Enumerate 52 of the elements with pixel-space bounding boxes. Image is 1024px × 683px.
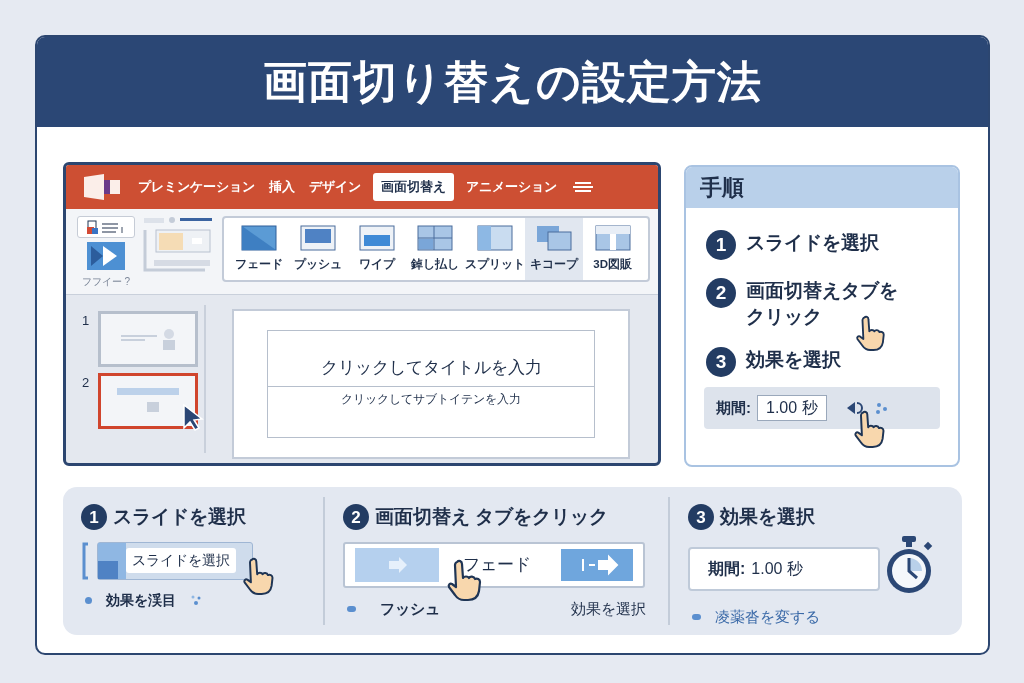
step-heading: 効果を選択 xyxy=(720,505,815,529)
step-note: 凌薬沓を変する xyxy=(715,606,820,627)
transition-thumbnail-icon xyxy=(594,224,631,251)
duration-label: 期間: xyxy=(716,398,751,419)
bracket-icon xyxy=(81,541,89,580)
page-title: 画面切り替えの設定方法 xyxy=(262,56,763,108)
step-number: 1 xyxy=(81,504,107,531)
cursor-arrow-icon xyxy=(182,403,206,431)
step-text: スライドを選択 xyxy=(746,231,880,255)
ribbon-tab[interactable]: デザイン xyxy=(307,177,363,197)
transition-effect[interactable]: キコープ xyxy=(524,218,584,280)
transition-thumbnail-icon xyxy=(536,224,572,251)
slide-select-button[interactable]: スライドを選択 xyxy=(97,541,253,580)
step-text: 画面切替えタブをクリック xyxy=(746,279,899,329)
step-text: 効果を選択 xyxy=(746,348,842,373)
panel-heading: 手順 xyxy=(700,174,744,202)
ribbon-tab[interactable]: 挿入 xyxy=(267,177,297,197)
loading-dots-icon xyxy=(190,594,202,606)
title-placeholder[interactable]: クリックしてタイトルを入力 xyxy=(268,331,594,387)
effect-option[interactable]: フェード xyxy=(463,551,531,578)
transition-thumbnail-icon xyxy=(417,224,454,251)
ribbon-label: フフイー ? xyxy=(81,275,131,289)
slide-thumbnail-icon xyxy=(98,542,126,579)
step-number: 2 xyxy=(706,278,736,308)
step-heading: スライドを選択 xyxy=(113,505,246,529)
duration-field[interactable]: 1.00 秒 xyxy=(757,395,827,422)
step-note: 効果を選択 xyxy=(571,598,646,619)
hand-pointer-icon xyxy=(854,314,888,352)
transition-thumbnail-icon xyxy=(241,224,278,251)
duration-field[interactable]: 期間: 1.00 秒 xyxy=(688,546,880,591)
play-slide-icon[interactable] xyxy=(87,242,125,270)
subtitle-placeholder[interactable]: クリックしてサブトイテンを入力 xyxy=(268,387,594,437)
step-note: フッシュ xyxy=(380,598,440,619)
slide-thumbnail[interactable] xyxy=(98,311,198,367)
slide-number: 1 xyxy=(82,312,91,330)
transition-thumbnail-icon xyxy=(358,224,395,251)
step-number: 3 xyxy=(706,347,736,378)
ribbon-tab[interactable]: プレミンケーション xyxy=(136,177,257,197)
slide-number: 2 xyxy=(82,374,91,392)
step-heading: 画面切替え タブをクリック xyxy=(375,505,609,529)
step-note: 効果を渓目 xyxy=(106,590,176,610)
transition-thumbnail-icon xyxy=(476,224,513,251)
ribbon-tab[interactable]: 画面切替え xyxy=(373,173,454,201)
slide-thumbnail[interactable] xyxy=(98,373,198,429)
app-logo-icon xyxy=(82,174,122,200)
ribbon-tab[interactable]: アニメーション xyxy=(464,177,559,197)
step-number: 2 xyxy=(343,504,369,531)
menu-icon[interactable] xyxy=(573,181,593,193)
layout-button[interactable] xyxy=(77,216,135,238)
step-number: 1 xyxy=(706,230,736,260)
step-number: 3 xyxy=(688,504,714,531)
transition-thumbnail-icon xyxy=(300,224,336,251)
